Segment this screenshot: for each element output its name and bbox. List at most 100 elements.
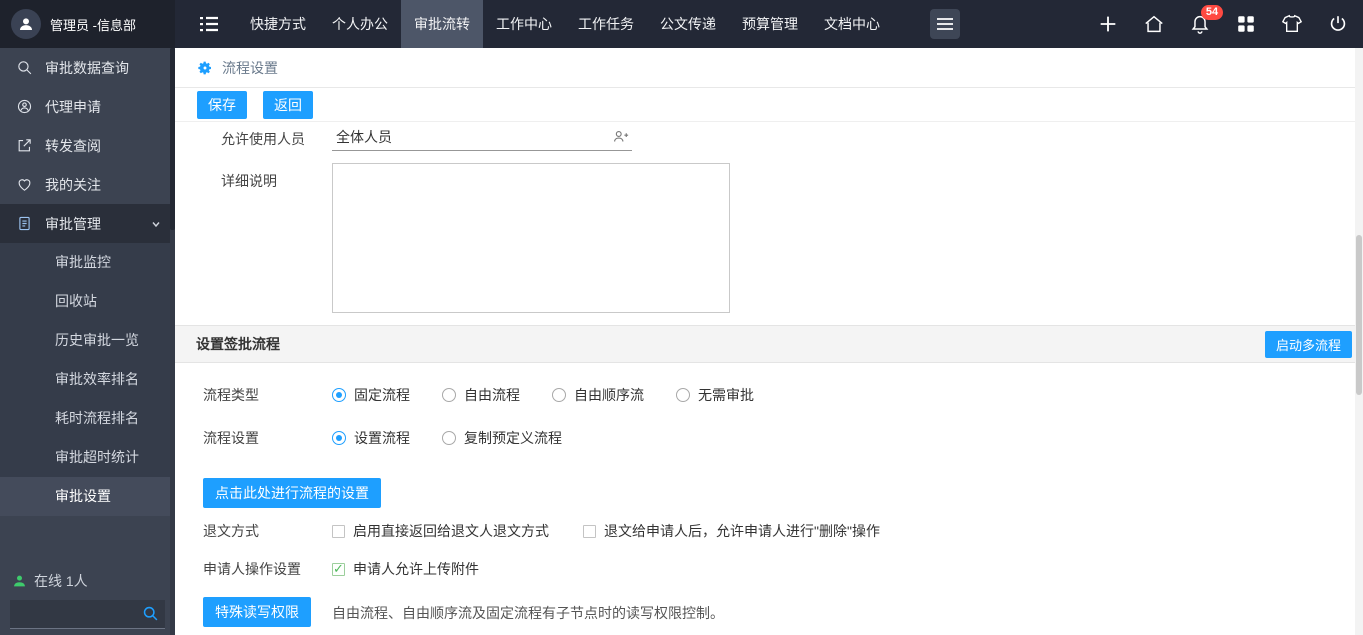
sidebar-item-approval-data-query[interactable]: 审批数据查询 bbox=[0, 48, 175, 87]
user-avatar-icon bbox=[11, 9, 41, 39]
menu-list-icon[interactable] bbox=[197, 12, 221, 36]
sidebar-item-approval-management[interactable]: 审批管理 bbox=[0, 204, 175, 243]
sidebar-item-forward-review[interactable]: 转发查阅 bbox=[0, 126, 175, 165]
approval-management-submenu: 审批监控 回收站 历史审批一览 审批效率排名 耗时流程排名 审批超时统计 审批设… bbox=[0, 243, 175, 516]
radio-free-sequence-flow[interactable]: 自由顺序流 bbox=[552, 385, 644, 405]
forward-box-icon bbox=[16, 137, 33, 154]
current-user[interactable]: 管理员 -信息部 bbox=[0, 0, 175, 48]
radio-icon bbox=[332, 431, 346, 445]
main-scrollbar bbox=[1355, 48, 1363, 635]
tab-document-center[interactable]: 文档中心 bbox=[811, 0, 893, 48]
tab-budget-management[interactable]: 预算管理 bbox=[729, 0, 811, 48]
apps-grid-icon[interactable] bbox=[1235, 13, 1257, 35]
chevron-down-icon bbox=[151, 219, 161, 229]
sidebar-subitem-time-consuming-rank[interactable]: 耗时流程排名 bbox=[0, 399, 175, 438]
tab-personal-office[interactable]: 个人办公 bbox=[319, 0, 401, 48]
user-picker-icon[interactable] bbox=[612, 128, 630, 146]
plus-icon[interactable] bbox=[1097, 13, 1119, 35]
sidebar-subitem-approval-settings[interactable]: 审批设置 bbox=[0, 477, 175, 516]
sidebar-item-label: 审批数据查询 bbox=[45, 58, 129, 78]
checkbox-icon bbox=[583, 525, 596, 538]
sidebar-item-label: 转发查阅 bbox=[45, 136, 101, 156]
radio-fixed-flow[interactable]: 固定流程 bbox=[332, 385, 410, 405]
checkbox-allow-upload-attachment[interactable]: 申请人允许上传附件 bbox=[332, 559, 479, 579]
online-count-label: 在线 1人 bbox=[34, 571, 88, 591]
sidebar-subitem-approval-monitor[interactable]: 审批监控 bbox=[0, 243, 175, 282]
checkbox-label: 启用直接返回给退文人退文方式 bbox=[353, 521, 549, 541]
multi-flow-button[interactable]: 启动多流程 bbox=[1265, 331, 1352, 358]
back-button[interactable]: 返回 bbox=[263, 91, 313, 119]
radio-label: 自由顺序流 bbox=[574, 385, 644, 405]
notifications-bell-icon[interactable]: 54 bbox=[1189, 13, 1211, 35]
radio-icon bbox=[442, 388, 456, 402]
hamburger-menu-button[interactable] bbox=[930, 9, 960, 39]
hamburger-icon bbox=[936, 16, 954, 32]
notification-count-badge: 54 bbox=[1201, 5, 1223, 20]
tab-shortcuts[interactable]: 快捷方式 bbox=[237, 0, 319, 48]
sidebar-scrollbar bbox=[170, 48, 175, 635]
allow-users-field bbox=[332, 124, 632, 151]
return-doc-row: 退文方式 启用直接返回给退文人退文方式 退文给申请人后，允许申请人进行"删除"操… bbox=[175, 520, 1363, 542]
flow-setting-options: 设置流程 复制预定义流程 bbox=[332, 428, 562, 448]
flow-section-header: 设置签批流程 启动多流程 bbox=[175, 325, 1363, 363]
radio-label: 设置流程 bbox=[354, 428, 410, 448]
sidebar-subitem-recycle-bin[interactable]: 回收站 bbox=[0, 282, 175, 321]
radio-free-flow[interactable]: 自由流程 bbox=[442, 385, 520, 405]
checkbox-direct-return[interactable]: 启用直接返回给退文人退文方式 bbox=[332, 521, 549, 541]
sidebar-subitem-approval-timeout-stats[interactable]: 审批超时统计 bbox=[0, 438, 175, 477]
applicant-operation-options: 申请人允许上传附件 bbox=[332, 559, 479, 579]
top-nav-tabs: 快捷方式 个人办公 审批流转 工作中心 工作任务 公文传递 预算管理 文档中心 bbox=[237, 0, 893, 48]
power-icon[interactable] bbox=[1327, 13, 1349, 35]
basic-settings-form: 允许使用人员 详细说明 bbox=[175, 122, 1363, 325]
radio-label: 自由流程 bbox=[464, 385, 520, 405]
checkbox-label: 退文给申请人后，允许申请人进行"删除"操作 bbox=[604, 521, 880, 541]
radio-label: 无需审批 bbox=[698, 385, 754, 405]
tab-work-center[interactable]: 工作中心 bbox=[483, 0, 565, 48]
sidebar-item-label: 我的关注 bbox=[45, 175, 101, 195]
gear-icon bbox=[197, 60, 213, 76]
return-doc-options: 启用直接返回给退文人退文方式 退文给申请人后，允许申请人进行"删除"操作 bbox=[332, 521, 880, 541]
allow-users-label: 允许使用人员 bbox=[221, 129, 305, 149]
main-content: 流程设置 保存 返回 允许使用人员 详细说明 设置签批流程 启动多流程 bbox=[175, 48, 1363, 635]
sidebar-item-my-follow[interactable]: 我的关注 bbox=[0, 165, 175, 204]
detail-textarea[interactable] bbox=[332, 163, 730, 313]
flow-settings-form: 流程类型 固定流程 自由流程 自由顺序流 无需审批 流程设置 设置流程 复制预定… bbox=[175, 363, 1363, 635]
radio-icon bbox=[332, 388, 346, 402]
tab-work-tasks[interactable]: 工作任务 bbox=[565, 0, 647, 48]
radio-no-approval[interactable]: 无需审批 bbox=[676, 385, 754, 405]
save-button[interactable]: 保存 bbox=[197, 91, 247, 119]
applicant-operation-row: 申请人操作设置 申请人允许上传附件 bbox=[175, 558, 1363, 580]
tab-document-transfer[interactable]: 公文传递 bbox=[647, 0, 729, 48]
detail-label: 详细说明 bbox=[221, 171, 277, 191]
online-person-icon bbox=[12, 573, 27, 589]
flow-setting-row: 流程设置 设置流程 复制预定义流程 bbox=[175, 427, 1363, 449]
proxy-person-icon bbox=[16, 98, 33, 115]
flow-setting-label: 流程设置 bbox=[203, 428, 259, 448]
app-window: 管理员 -信息部 快捷方式 个人办公 审批流转 工作中心 工作任务 公文传递 预… bbox=[0, 0, 1363, 635]
flow-type-label: 流程类型 bbox=[203, 385, 259, 405]
radio-setup-flow[interactable]: 设置流程 bbox=[332, 428, 410, 448]
online-status: 在线 1人 bbox=[0, 566, 175, 596]
checkbox-allow-delete-after-return[interactable]: 退文给申请人后，允许申请人进行"删除"操作 bbox=[583, 521, 880, 541]
radio-icon bbox=[676, 388, 690, 402]
config-flow-button[interactable]: 点击此处进行流程的设置 bbox=[203, 478, 381, 508]
person-icon bbox=[17, 15, 35, 33]
sidebar-item-proxy-application[interactable]: 代理申请 bbox=[0, 87, 175, 126]
theme-shirt-icon[interactable] bbox=[1281, 13, 1303, 35]
sidebar-subitem-approval-efficiency-rank[interactable]: 审批效率排名 bbox=[0, 360, 175, 399]
allow-users-input[interactable] bbox=[332, 129, 612, 145]
tab-approval-flow[interactable]: 审批流转 bbox=[401, 0, 483, 48]
main-scrollbar-thumb[interactable] bbox=[1356, 235, 1362, 395]
radio-copy-predefined-flow[interactable]: 复制预定义流程 bbox=[442, 428, 562, 448]
checkbox-icon bbox=[332, 525, 345, 538]
radio-label: 复制预定义流程 bbox=[464, 428, 562, 448]
sidebar-search-input[interactable] bbox=[10, 601, 222, 627]
page-title: 流程设置 bbox=[222, 58, 278, 78]
sidebar-subitem-history-approval-list[interactable]: 历史审批一览 bbox=[0, 321, 175, 360]
search-icon[interactable] bbox=[142, 605, 159, 622]
return-doc-label: 退文方式 bbox=[203, 521, 259, 541]
sidebar-item-label: 代理申请 bbox=[45, 97, 101, 117]
sidebar-search bbox=[10, 600, 165, 629]
sidebar-scrollbar-thumb[interactable] bbox=[170, 48, 175, 230]
home-icon[interactable] bbox=[1143, 13, 1165, 35]
